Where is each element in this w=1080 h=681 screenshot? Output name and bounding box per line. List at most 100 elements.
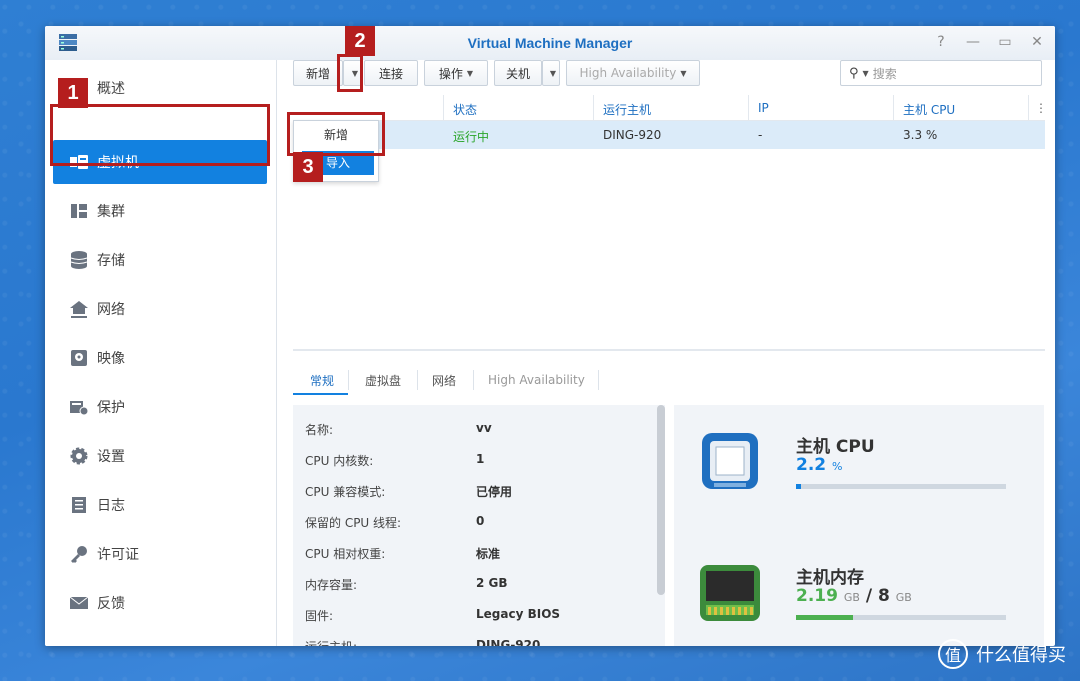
sidebar-item-label: 集群 (97, 204, 125, 220)
help-button[interactable]: ? (933, 34, 949, 50)
tab-high-availability[interactable]: High Availability (488, 366, 585, 394)
detail-tabs: 常规 虚拟盘 网络 High Availability (293, 366, 1045, 395)
search-placeholder: 搜索 (872, 66, 897, 81)
memory-usage-fill (796, 615, 853, 620)
cpu-stat-value: 2.2 % (796, 455, 843, 475)
memory-icon (700, 565, 760, 621)
column-divider (443, 95, 444, 121)
cpu-value: 2.2 (796, 455, 827, 475)
sidebar-item-label: 概述 (97, 81, 125, 97)
sidebar-item-label: 保护 (97, 400, 125, 416)
action-label: 操作 (438, 66, 463, 81)
row-ip: - (758, 128, 763, 142)
cpu-icon (702, 433, 758, 489)
memory-usage-bar (796, 615, 1006, 620)
connect-button[interactable]: 连接 (364, 60, 418, 86)
window-title: Virtual Machine Manager (467, 35, 633, 51)
highlight-dropdown-arrow (337, 54, 363, 92)
sidebar-item-image[interactable]: 映像 (53, 336, 267, 380)
panel-splitter[interactable] (293, 349, 1045, 351)
cluster-icon (67, 199, 91, 223)
prop-value: vv (476, 421, 492, 435)
memory-total: 8 (878, 586, 890, 606)
tab-network[interactable]: 网络 (432, 366, 456, 394)
sidebar-item-storage[interactable]: 存储 (53, 238, 267, 282)
mail-icon (67, 591, 91, 615)
table-row[interactable]: 运行中 DING-920 - 3.3 % (293, 121, 1045, 149)
sidebar-item-label: 存储 (97, 253, 125, 269)
prop-label: CPU 兼容模式: (305, 485, 386, 499)
tab-general[interactable]: 常规 (310, 366, 334, 394)
sidebar-item-label: 日志 (97, 498, 125, 514)
prop-value: 已停用 (476, 485, 513, 499)
general-properties: 名称: vv CPU 内核数: 1 CPU 兼容模式: 已停用 保留的 CPU … (293, 405, 665, 646)
sidebar-item-network[interactable]: 网络 (53, 287, 267, 331)
highlight-vm-item (50, 104, 270, 166)
watermark-logo: 值 (938, 639, 968, 669)
memory-stat-value: 2.19 GB / 8 GB (796, 586, 912, 606)
protection-icon (67, 395, 91, 419)
prop-value: 2 GB (476, 576, 508, 590)
search-icon: ⚲ (849, 65, 859, 81)
sidebar-item-log[interactable]: 日志 (53, 483, 267, 527)
host-stats-panel: 主机 CPU 2.2 % 主机内存 2.19 GB / 8 GB (674, 405, 1044, 646)
ha-button[interactable]: High Availability ▼ (566, 60, 700, 86)
sidebar-item-label: 网络 (97, 302, 125, 318)
column-host[interactable]: 运行主机 (603, 101, 651, 118)
shutdown-dropdown-button[interactable]: ▼ (542, 60, 560, 86)
scrollbar[interactable] (657, 405, 665, 595)
toolbar: 新增 ▼ 连接 操作 ▼ 关机 ▼ High Availability ▼ ⚲ ▼ … (293, 60, 1053, 86)
prop-value: DING-920 (476, 638, 541, 646)
minimize-button[interactable]: — (965, 34, 981, 50)
ha-label: High Availability (579, 66, 677, 80)
create-button[interactable]: 新增 (293, 60, 343, 86)
tab-divider (598, 370, 599, 390)
column-status[interactable]: 状态 (453, 101, 477, 118)
gear-icon (67, 444, 91, 468)
chevron-down-icon: ▼ (549, 68, 557, 78)
watermark-text: 什么值得买 (976, 645, 1066, 666)
column-menu-icon[interactable]: ⋮ (1035, 101, 1047, 115)
tab-divider (348, 370, 349, 390)
image-icon (67, 346, 91, 370)
chevron-down-icon: ▼ (680, 68, 687, 78)
column-divider (593, 95, 594, 121)
search-input[interactable]: ⚲ ▼ 搜索 (840, 60, 1042, 86)
sidebar-item-label: 许可证 (97, 547, 139, 563)
memory-total-unit: GB (895, 591, 912, 604)
cpu-usage-bar (796, 484, 1006, 489)
cpu-usage-fill (796, 484, 801, 489)
cpu-stat-title: 主机 CPU (796, 437, 875, 457)
maximize-button[interactable]: ▭ (997, 34, 1013, 50)
key-icon (67, 542, 91, 566)
column-host-cpu[interactable]: 主机 CPU (903, 101, 955, 118)
row-status: 运行中 (453, 130, 490, 144)
tab-virtual-disk[interactable]: 虚拟盘 (365, 366, 401, 394)
sidebar-item-feedback[interactable]: 反馈 (53, 581, 267, 625)
prop-value: 0 (476, 514, 485, 528)
shutdown-button[interactable]: 关机 (494, 60, 542, 86)
chevron-down-icon: ▼ (466, 68, 474, 78)
memory-separator: / (865, 586, 873, 606)
action-button[interactable]: 操作 ▼ (424, 60, 488, 86)
title-bar[interactable]: Virtual Machine Manager ? — ▭ ✕ (45, 26, 1055, 60)
column-divider (1028, 95, 1029, 121)
prop-value: Legacy BIOS (476, 607, 561, 621)
active-tab-indicator (293, 393, 348, 395)
prop-label: 固件: (305, 609, 334, 623)
chevron-down-icon: ▼ (862, 68, 869, 78)
log-icon (67, 493, 91, 517)
sidebar-item-protection[interactable]: 保护 (53, 385, 267, 429)
memory-stat-title: 主机内存 (796, 568, 864, 588)
sidebar-item-settings[interactable]: 设置 (53, 434, 267, 478)
sidebar-item-license[interactable]: 许可证 (53, 532, 267, 576)
network-icon (67, 297, 91, 321)
sidebar-item-cluster[interactable]: 集群 (53, 189, 267, 233)
watermark: 值 什么值得买 (938, 639, 1066, 669)
column-ip[interactable]: IP (758, 101, 769, 115)
step-marker-1: 1 (58, 78, 88, 108)
prop-label: 内存容量: (305, 578, 358, 592)
close-button[interactable]: ✕ (1029, 34, 1045, 50)
sidebar-item-label: 映像 (97, 351, 125, 367)
step-marker-3: 3 (293, 152, 323, 182)
